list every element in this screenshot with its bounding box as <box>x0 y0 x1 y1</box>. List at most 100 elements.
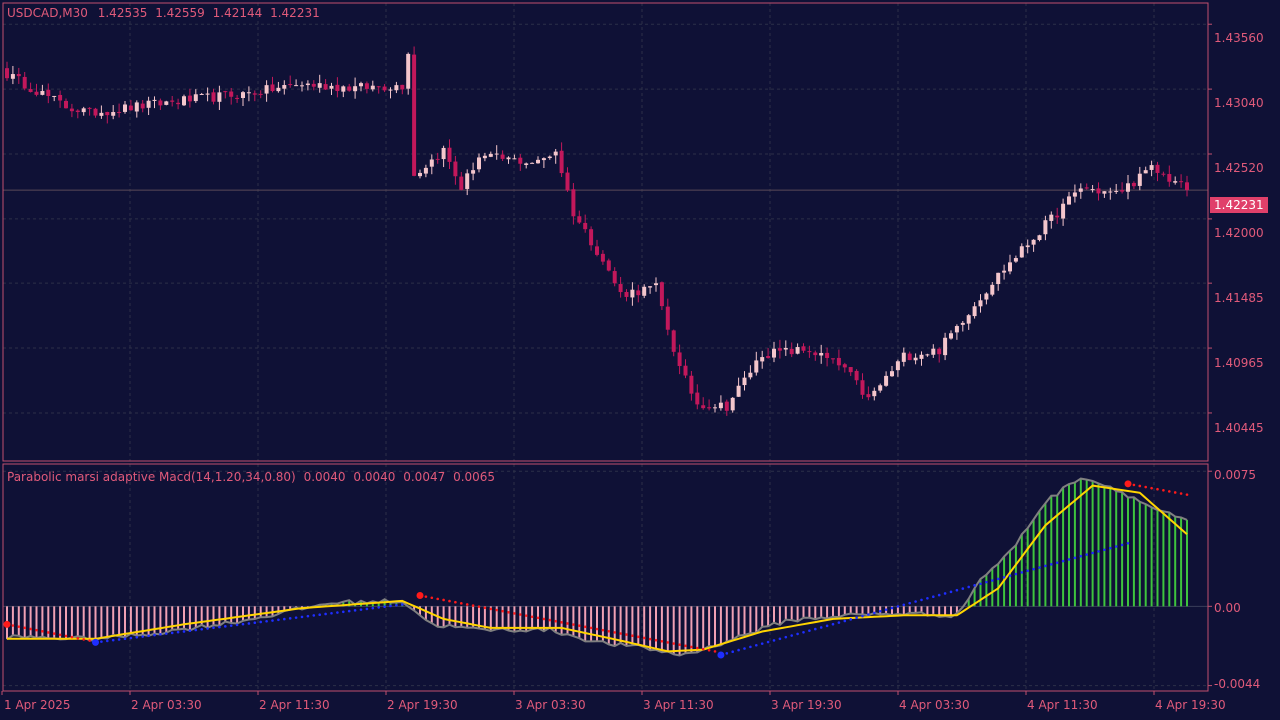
sar-down-dot <box>666 641 670 644</box>
sar-up-dot <box>129 636 133 640</box>
candle-body <box>465 173 470 189</box>
candle-body <box>748 372 753 378</box>
price-tick-label: 1.40965 <box>1214 356 1264 370</box>
indicator-title: Parabolic marsi adaptive Macd(14,1.20,34… <box>7 470 495 484</box>
sar-down-dot <box>648 637 652 641</box>
sar-up-dot <box>849 618 852 621</box>
candle-body <box>789 348 794 355</box>
sar-down-dot <box>690 645 693 649</box>
sar-down-dot <box>58 633 62 637</box>
candle-body <box>872 390 877 397</box>
sar-up-dot <box>1126 541 1130 545</box>
sar-up-dot <box>731 650 734 654</box>
sar-up-dot <box>1044 564 1047 568</box>
sar-down-dot <box>1156 487 1159 491</box>
trading-chart[interactable] <box>0 0 1280 720</box>
sar-up-dot <box>283 617 286 621</box>
sar-down-dot <box>11 624 15 627</box>
candle-body <box>164 101 169 105</box>
indicator-tick-label: -0.0044 <box>1214 677 1261 691</box>
candle-body <box>40 90 45 95</box>
candle-body <box>317 83 322 88</box>
candle-body <box>170 100 175 102</box>
sar-up-dot <box>949 590 953 594</box>
sar-up-dot <box>336 611 339 614</box>
candle-body <box>447 147 452 162</box>
candle-body <box>1137 173 1142 186</box>
sar-up-dot <box>1103 548 1106 552</box>
candle-body <box>589 229 594 246</box>
candle-body <box>294 85 299 87</box>
candle-body <box>742 377 747 386</box>
sar-up-dot <box>1109 546 1112 550</box>
sar-up-dot <box>967 585 970 589</box>
sar-up-dot <box>896 605 900 608</box>
sar-up-dot <box>1038 566 1041 569</box>
sar-up-dot <box>1073 556 1077 560</box>
sar-up-dot <box>867 613 870 616</box>
sar-up-dot <box>991 579 994 582</box>
sar-down-dot <box>1185 493 1189 496</box>
time-tick-label: 4 Apr 19:30 <box>1155 698 1226 712</box>
candle-body <box>282 85 287 89</box>
candle-body <box>1143 170 1148 174</box>
sar-up-dot <box>979 582 982 586</box>
sar-up-dot <box>837 621 841 624</box>
sar-down-dot <box>64 634 68 638</box>
sar-up-dot <box>389 604 392 608</box>
sar-down-dot <box>35 628 38 632</box>
sar-down-dot <box>536 616 540 620</box>
candle-body <box>978 300 983 307</box>
sar-down-dot <box>1150 486 1153 490</box>
candle-body <box>34 91 39 95</box>
candle-body <box>1179 181 1184 183</box>
sar-down-dot <box>589 626 593 630</box>
candle-body <box>1102 191 1107 194</box>
candle-body <box>659 282 664 307</box>
candle-body <box>1131 182 1136 187</box>
candle-body <box>1126 183 1130 192</box>
sar-up-dot <box>294 616 298 619</box>
sar-down-dot <box>701 647 705 651</box>
candle <box>659 281 664 311</box>
candle-body <box>600 253 605 262</box>
candle-body <box>111 112 116 116</box>
candle-body <box>459 176 464 190</box>
candle-body <box>583 222 588 230</box>
sar-up-dot <box>371 606 375 610</box>
sar-down-dot <box>595 627 599 631</box>
sar-down-dot <box>519 613 522 616</box>
sar-up-dot <box>808 629 811 632</box>
sar-down-dot <box>52 632 56 635</box>
sar-up-dot <box>760 642 764 645</box>
candle-body <box>907 353 912 361</box>
candle-body <box>984 293 989 300</box>
sar-up-dot <box>908 601 911 605</box>
candle-body <box>28 89 33 92</box>
sar-up-dot <box>784 635 788 639</box>
candle-body <box>754 360 759 373</box>
candle-body <box>730 397 735 411</box>
sar-up-dot <box>1120 543 1124 547</box>
candle-body <box>353 86 358 92</box>
ohlc-close: 1.42231 <box>270 6 320 20</box>
sar-down-dot <box>548 618 552 622</box>
sar-down-dot <box>583 625 587 629</box>
sar-up-dot <box>855 616 858 620</box>
sar-up-dot <box>1055 561 1059 564</box>
sar-down-dot-start <box>416 592 424 600</box>
price-tick-label: 1.43040 <box>1214 96 1264 110</box>
sar-down-dot <box>637 635 640 639</box>
candle-body <box>636 290 641 296</box>
sar-up-dot <box>955 588 959 592</box>
candle-body <box>642 286 647 296</box>
candle-body <box>1155 164 1160 173</box>
sar-up-dot <box>377 606 381 609</box>
candle-body <box>199 93 204 95</box>
sar-up-dot <box>288 617 292 620</box>
candle-body <box>836 357 841 366</box>
candle-body <box>217 92 222 102</box>
sar-up-dot <box>802 631 805 634</box>
candle-body <box>252 93 257 95</box>
sar-up-dot <box>1032 567 1035 571</box>
